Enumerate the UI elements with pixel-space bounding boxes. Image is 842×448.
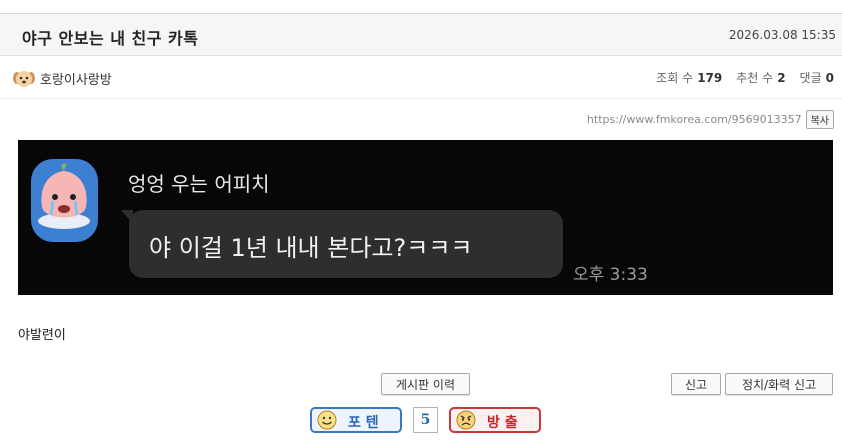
chat-message: 야 이걸 1년 내내 본다고?ㅋㅋㅋ — [149, 234, 473, 262]
view-count: 조회 수 179 — [656, 71, 723, 85]
post-header: 야구 안보는 내 친구 카톡 2026.03.08 15:35 — [0, 14, 842, 56]
upvote-button[interactable]: 포 텐 — [310, 407, 402, 433]
post-url[interactable]: https://www.fmkorea.com/9569013357 — [587, 113, 802, 126]
post-stats: 조회 수 179 추천 수2 댓글 0 — [656, 69, 834, 86]
happy-face-icon — [317, 410, 337, 430]
downvote-button[interactable]: 방 출 — [449, 407, 541, 433]
post-title: 야구 안보는 내 친구 카톡 — [22, 29, 199, 48]
comment-count: 댓글 0 — [799, 71, 834, 85]
chat-time: 오후 3:33 — [573, 265, 648, 285]
post-url-row: https://www.fmkorea.com/9569013357 복사 — [587, 110, 834, 129]
downvote-label: 방 출 — [487, 415, 518, 431]
upvote-label: 포 텐 — [348, 415, 379, 431]
vote-count: 5 — [413, 407, 438, 433]
crying-apeach-icon — [31, 159, 98, 242]
chat-bubble: 야 이걸 1년 내내 본다고?ㅋㅋㅋ — [129, 210, 563, 278]
chat-sender-name: 엉엉 우는 어피치 — [128, 172, 270, 196]
post-meta: 호랑이사랑방 조회 수 179 추천 수2 댓글 0 — [0, 57, 842, 99]
kakaotalk-screenshot: 엉엉 우는 어피치 야 이걸 1년 내내 본다고?ㅋㅋㅋ 오후 3:33 — [18, 140, 833, 295]
post-body-text: 야발련이 — [18, 328, 66, 343]
political-report-button[interactable]: 정치/화력 신고 — [725, 373, 833, 395]
board-history-button[interactable]: 게시판 이력 — [381, 373, 470, 395]
recommend-count: 추천 수2 — [736, 71, 786, 85]
author-name[interactable]: 호랑이사랑방 — [40, 69, 112, 88]
author-avatar-icon[interactable] — [12, 66, 36, 90]
report-button[interactable]: 신고 — [671, 373, 721, 395]
copy-url-button[interactable]: 복사 — [805, 110, 834, 129]
angry-face-icon — [456, 410, 476, 430]
post-date: 2026.03.08 15:35 — [728, 28, 836, 42]
